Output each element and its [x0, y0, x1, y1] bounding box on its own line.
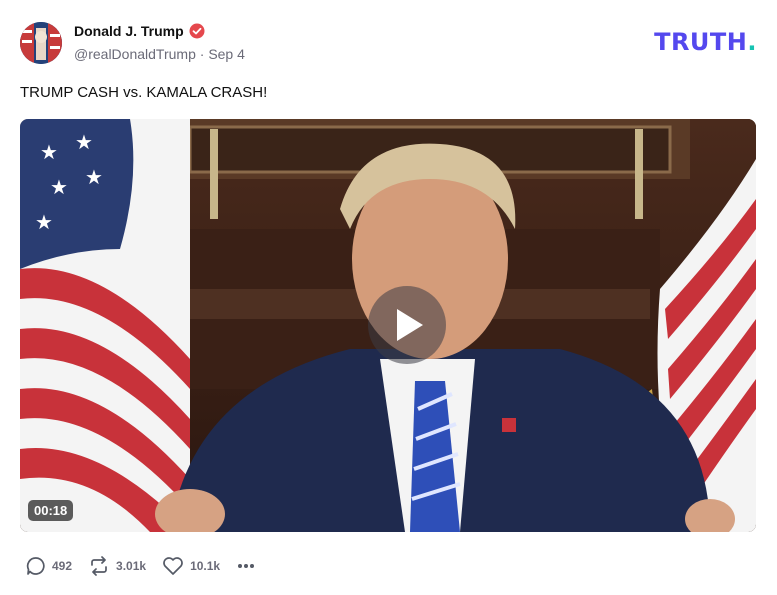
meta-separator: ·: [199, 46, 205, 62]
avatar[interactable]: [20, 22, 62, 64]
more-icon: [238, 564, 255, 568]
reply-button[interactable]: 492: [26, 556, 72, 576]
like-button[interactable]: 10.1k: [162, 556, 220, 576]
heart-icon: [163, 557, 183, 575]
video-player[interactable]: ★ ★ ★ ★ ★ 00:18: [20, 119, 756, 532]
brand-dot: .: [747, 28, 757, 56]
svg-text:★: ★: [35, 210, 53, 234]
post-text: TRUMP CASH vs. KAMALA CRASH!: [20, 84, 268, 101]
svg-text:★: ★: [40, 140, 58, 164]
reply-count: 492: [52, 559, 73, 573]
svg-text:★: ★: [85, 165, 103, 189]
retruth-button[interactable]: 3.01k: [88, 556, 146, 576]
display-name[interactable]: Donald J. Trump: [74, 23, 184, 39]
svg-text:★: ★: [75, 130, 93, 154]
like-count: 10.1k: [190, 559, 221, 573]
play-button[interactable]: [368, 286, 446, 364]
brand-text: TRUTH: [654, 28, 748, 56]
more-button[interactable]: [236, 556, 256, 576]
truth-logo[interactable]: TRUTH.: [654, 28, 757, 56]
play-icon: [397, 309, 423, 341]
retruth-icon: [91, 556, 107, 576]
post-meta: @realDonaldTrump · Sep 4: [74, 46, 245, 62]
verified-badge-icon: [189, 23, 205, 39]
video-duration: 00:18: [28, 500, 74, 521]
author-handle[interactable]: @realDonaldTrump: [74, 46, 196, 62]
post-actions: 492 3.01k 10.1k: [26, 556, 272, 576]
post-header: Donald J. Trump @realDonaldTrump · Sep 4…: [20, 22, 757, 66]
retruth-count: 3.01k: [116, 559, 147, 573]
post-date[interactable]: Sep 4: [208, 46, 245, 62]
reply-icon: [26, 557, 45, 575]
svg-text:★: ★: [50, 175, 68, 199]
